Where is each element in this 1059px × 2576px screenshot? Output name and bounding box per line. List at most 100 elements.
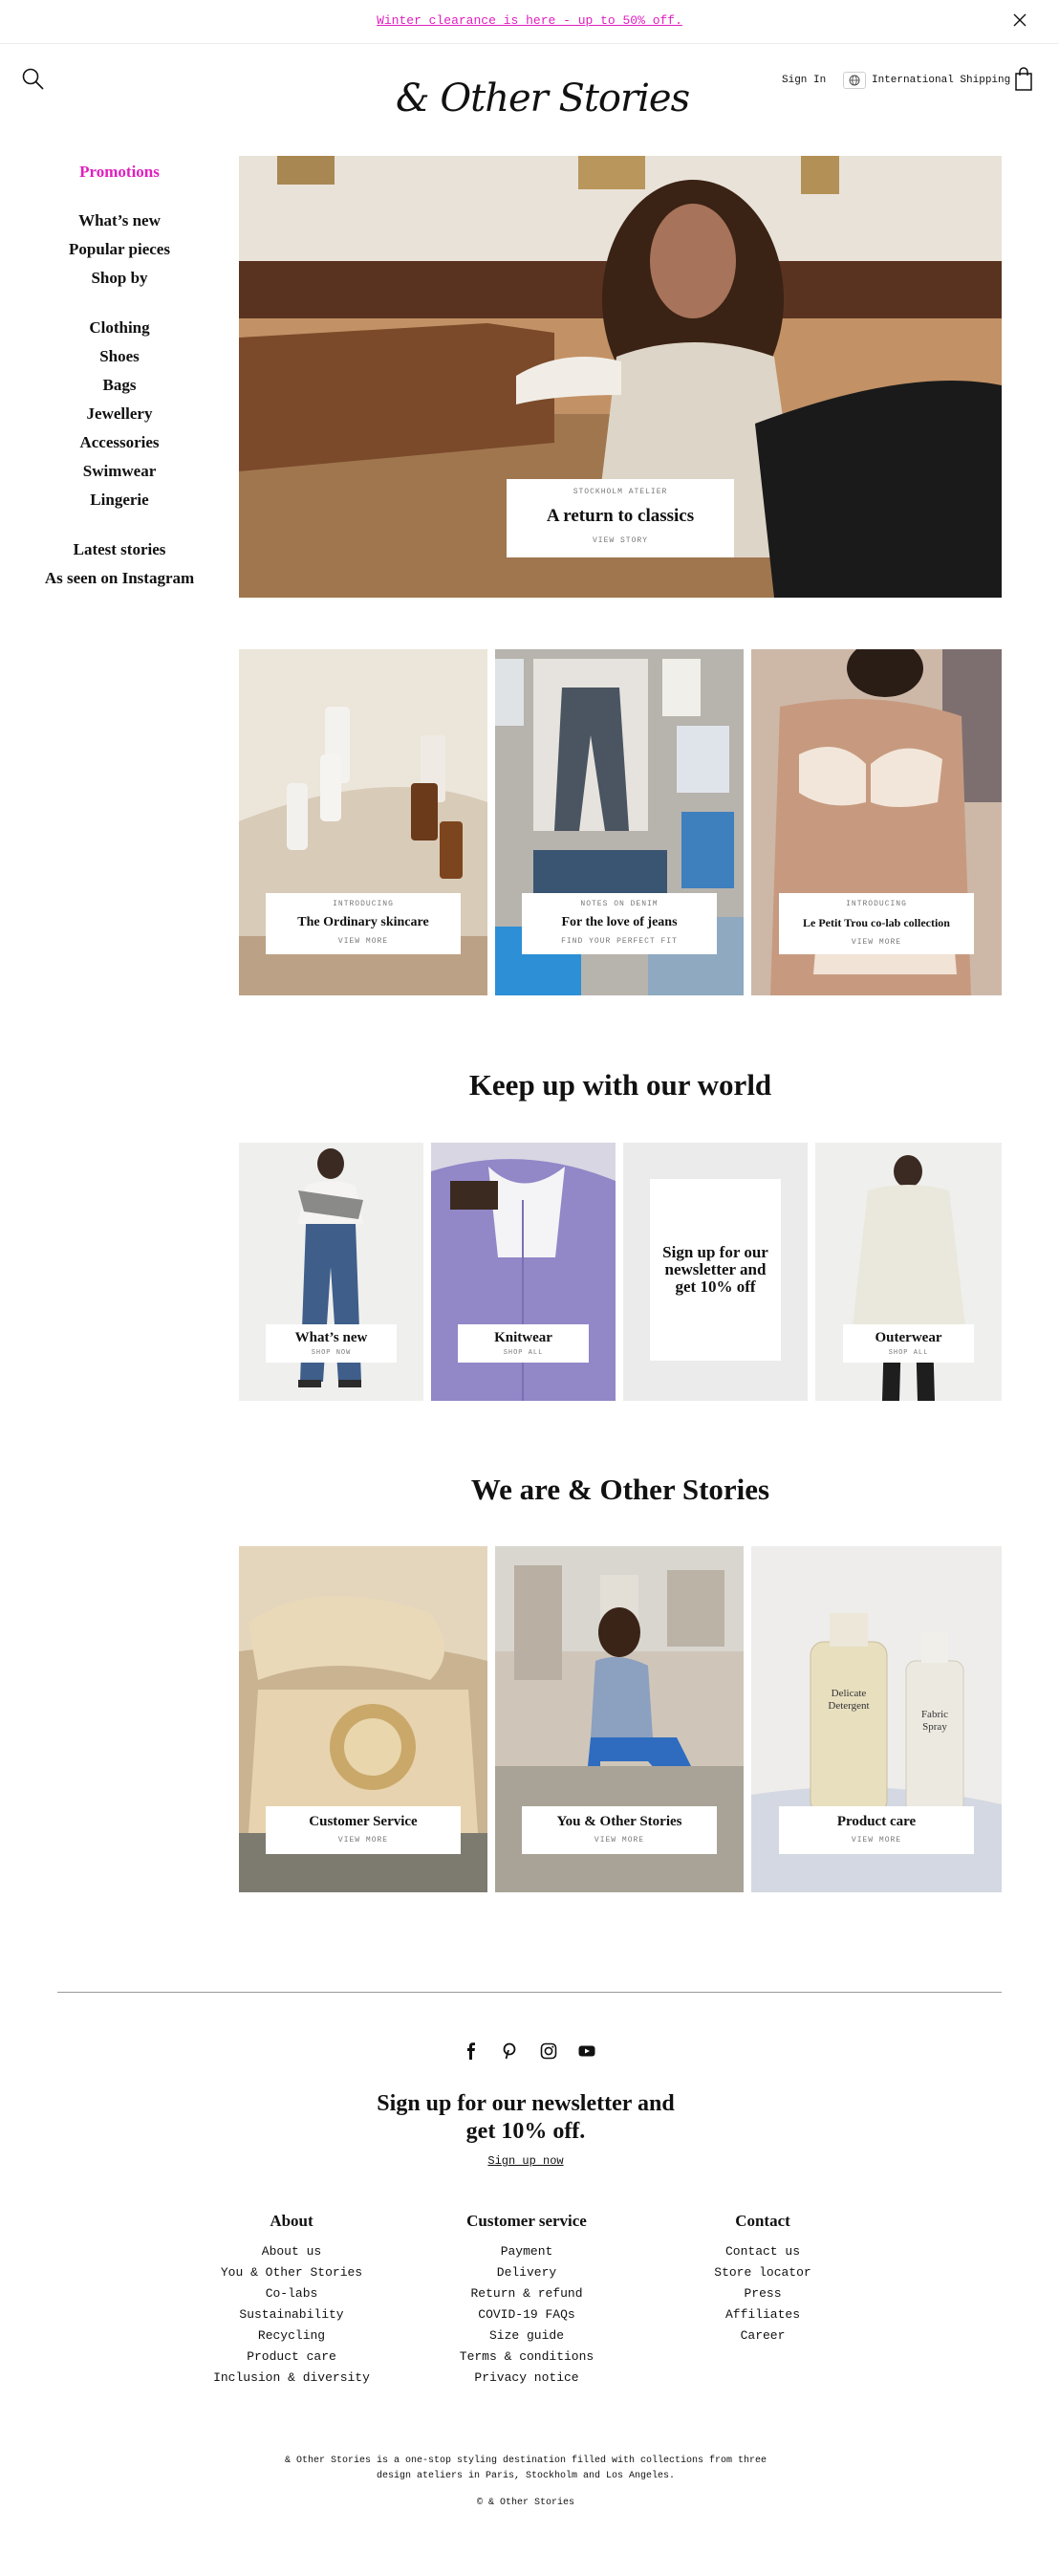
feature-kicker: INTRODUCING (333, 900, 394, 908)
international-shipping[interactable]: International Shipping (843, 71, 1010, 90)
footer-link[interactable]: Delivery (402, 2262, 651, 2283)
footer-link[interactable]: Career (638, 2325, 887, 2347)
footer-link[interactable]: Product care (167, 2347, 416, 2368)
nav-latest-stories[interactable]: Latest stories (0, 540, 239, 559)
tile-title: Outerwear (875, 1330, 942, 1345)
youtube-icon[interactable] (576, 2041, 597, 2062)
tile-customer-service[interactable]: Customer Service VIEW MORE (239, 1546, 487, 1892)
feature-title: The Ordinary skincare (297, 915, 429, 929)
feature-title: For the love of jeans (561, 915, 678, 929)
nav-lingerie[interactable]: Lingerie (0, 491, 239, 510)
newsletter-card[interactable]: Sign up for our newsletter and get 10% o… (650, 1179, 781, 1361)
nav-popular-pieces[interactable]: Popular pieces (0, 240, 239, 259)
footer-link[interactable]: Inclusion & diversity (167, 2368, 416, 2389)
feature-card-denim[interactable]: NOTES ON DENIM For the love of jeans FIN… (522, 893, 717, 954)
knitwear-card[interactable]: Knitwear SHOP ALL (458, 1324, 589, 1363)
logo[interactable]: & Other Stories (396, 76, 690, 126)
hero-kicker: STOCKHOLM ATELIER (573, 488, 668, 496)
copyright: © & Other Stories (476, 2498, 575, 2508)
nav-accessories[interactable]: Accessories (0, 433, 239, 452)
tile-link[interactable]: SHOP ALL (458, 1349, 589, 1357)
feature-kicker: NOTES ON DENIM (580, 900, 659, 908)
nav-clothing[interactable]: Clothing (0, 318, 239, 338)
footer-link[interactable]: Store locator (638, 2262, 887, 2283)
pinterest-icon[interactable] (499, 2041, 520, 2062)
tile-link[interactable]: VIEW MORE (522, 1836, 717, 1845)
feature-card-lingerie[interactable]: INTRODUCING Le Petit Trou co-lab collect… (779, 893, 974, 954)
tile-newsletter[interactable]: Sign up for our newsletter and get 10% o… (623, 1143, 808, 1401)
footer-link[interactable]: About us (167, 2241, 416, 2262)
whats-new-card[interactable]: What’s new SHOP NOW (266, 1324, 397, 1363)
hero-link[interactable]: VIEW STORY (507, 536, 734, 545)
tile-title: Knitwear (494, 1330, 552, 1345)
bag-icon[interactable] (1013, 67, 1034, 92)
nav-instagram[interactable]: As seen on Instagram (0, 569, 239, 588)
nav-shoes[interactable]: Shoes (0, 347, 239, 366)
feature-tile-skincare[interactable]: INTRODUCING The Ordinary skincare VIEW M… (239, 649, 487, 995)
tile-link[interactable]: SHOP NOW (266, 1349, 397, 1357)
footer-link[interactable]: Contact us (638, 2241, 887, 2262)
feature-link[interactable]: FIND YOUR PERFECT FIT (522, 937, 717, 946)
footer-link[interactable]: Co-labs (167, 2283, 416, 2304)
close-icon[interactable] (1009, 10, 1030, 31)
footer-link[interactable]: Size guide (402, 2325, 651, 2347)
feature-card-skincare[interactable]: INTRODUCING The Ordinary skincare VIEW M… (266, 893, 461, 954)
facebook-icon[interactable] (461, 2041, 482, 2062)
sign-in-link[interactable]: Sign In (782, 75, 826, 86)
footer-link[interactable]: Payment (402, 2241, 651, 2262)
tile-outerwear[interactable]: Outerwear SHOP ALL (815, 1143, 1002, 1401)
feature-link[interactable]: VIEW MORE (779, 938, 974, 947)
outerwear-card[interactable]: Outerwear SHOP ALL (843, 1324, 974, 1363)
you-and-other-stories-card[interactable]: You & Other Stories VIEW MORE (522, 1806, 717, 1854)
newsletter-line-2: get 10% off. (465, 2119, 586, 2144)
announcement-link[interactable]: Winter clearance is here - up to 50% off… (0, 13, 1059, 28)
sign-up-link[interactable]: Sign up now (430, 2154, 621, 2168)
footer-link[interactable]: Terms & conditions (402, 2347, 651, 2368)
footer-link[interactable]: Press (638, 2283, 887, 2304)
feature-title: Le Petit Trou co-lab collection (803, 916, 950, 929)
search-icon[interactable] (21, 67, 46, 92)
tile-knitwear[interactable]: Knitwear SHOP ALL (431, 1143, 616, 1401)
footer-link[interactable]: Recycling (167, 2325, 416, 2347)
nav-swimwear[interactable]: Swimwear (0, 462, 239, 481)
footer-link[interactable]: Affiliates (638, 2304, 887, 2325)
footer-heading-contact: Contact (735, 2212, 790, 2230)
nav-promotions[interactable]: Promotions (0, 163, 239, 182)
tile-link[interactable]: VIEW MORE (779, 1836, 974, 1845)
customer-service-card[interactable]: Customer Service VIEW MORE (266, 1806, 461, 1854)
product-care-card[interactable]: Product care VIEW MORE (779, 1806, 974, 1854)
footer-list-customer-service: Payment Delivery Return & refund COVID-1… (402, 2241, 651, 2389)
tile-title: Customer Service (309, 1814, 418, 1829)
footer-heading-customer-service: Customer service (466, 2212, 587, 2230)
hero-image[interactable]: STOCKHOLM ATELIER A return to classics V… (239, 156, 1002, 598)
newsletter-promo-text: Sign up for our newsletter and get 10% o… (662, 1243, 768, 1296)
logo-text: & Other Stories (396, 76, 690, 120)
shipping-label: International Shipping (872, 75, 1011, 86)
hero-card[interactable]: STOCKHOLM ATELIER A return to classics V… (507, 479, 734, 557)
tile-link[interactable]: VIEW MORE (266, 1836, 461, 1845)
tile-title: What’s new (294, 1330, 368, 1345)
nav-jewellery[interactable]: Jewellery (0, 404, 239, 424)
footer-blurb-line-1: & Other Stories is a one-stop styling de… (284, 2456, 767, 2466)
footer-link[interactable]: You & Other Stories (167, 2262, 416, 2283)
footer-link[interactable]: Sustainability (167, 2304, 416, 2325)
feature-tile-lingerie[interactable]: INTRODUCING Le Petit Trou co-lab collect… (751, 649, 1002, 995)
footer-blurb-line-2: design ateliers in Paris, Stockholm and … (376, 2471, 676, 2481)
feature-kicker: INTRODUCING (846, 900, 907, 908)
footer-link[interactable]: Privacy notice (402, 2368, 651, 2389)
tile-you-and-other-stories[interactable]: You & Other Stories VIEW MORE (495, 1546, 744, 1892)
tile-title: You & Other Stories (556, 1814, 682, 1829)
tile-whats-new[interactable]: What’s new SHOP NOW (239, 1143, 423, 1401)
tile-link[interactable]: SHOP ALL (843, 1349, 974, 1357)
nav-whats-new[interactable]: What’s new (0, 211, 239, 230)
nav-shop-by[interactable]: Shop by (0, 269, 239, 288)
feature-tile-denim[interactable]: NOTES ON DENIM For the love of jeans FIN… (495, 649, 744, 995)
footer-link[interactable]: Return & refund (402, 2283, 651, 2304)
feature-link[interactable]: VIEW MORE (266, 937, 461, 946)
tile-product-care[interactable]: Delicate Detergent Fabric Spray Product … (751, 1546, 1002, 1892)
we-are-heading: We are & Other Stories (470, 1473, 770, 1506)
footer-list-contact: Contact us Store locator Press Affiliate… (638, 2241, 887, 2347)
footer-link[interactable]: COVID-19 FAQs (402, 2304, 651, 2325)
nav-bags[interactable]: Bags (0, 376, 239, 395)
instagram-icon[interactable] (538, 2041, 559, 2062)
